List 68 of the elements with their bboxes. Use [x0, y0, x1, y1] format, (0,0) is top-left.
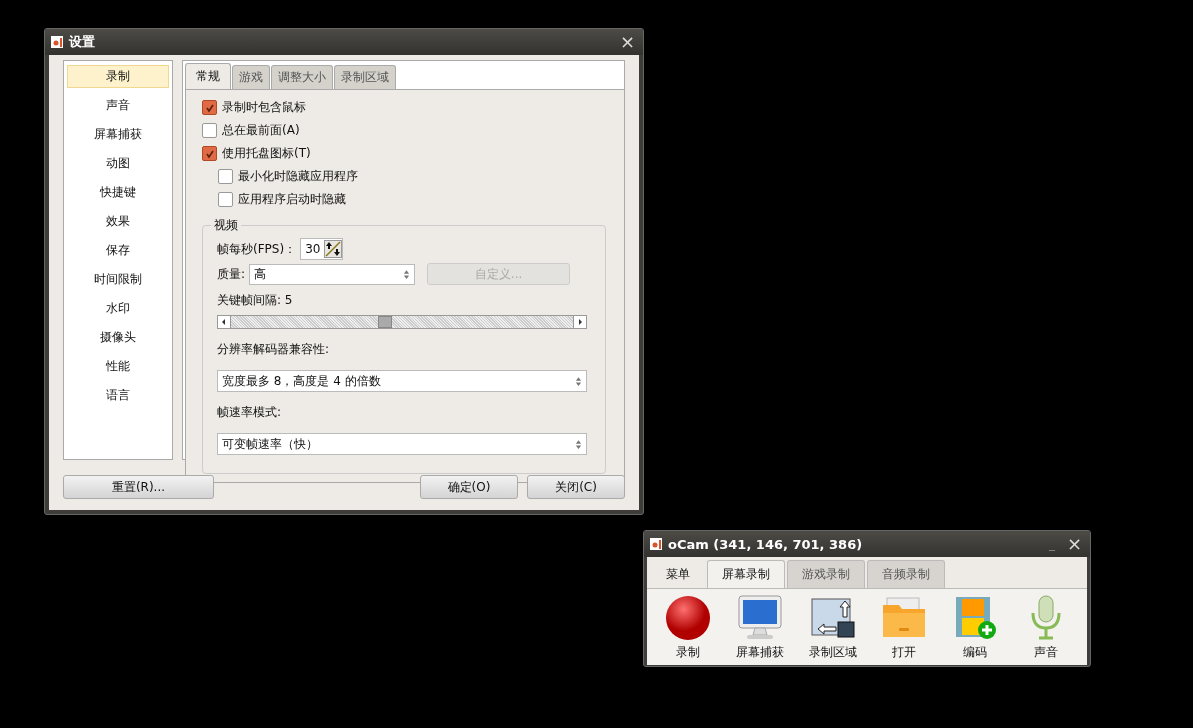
checkbox-label: 应用程序启动时隐藏: [238, 191, 346, 208]
sidebar-item[interactable]: 动图: [67, 152, 169, 175]
sidebar-item[interactable]: 性能: [67, 355, 169, 378]
sidebar-item[interactable]: 水印: [67, 297, 169, 320]
sidebar-item[interactable]: 摄像头: [67, 326, 169, 349]
checkbox-label: 录制时包含鼠标: [222, 99, 306, 116]
toolbar-button[interactable]: 编码: [951, 595, 998, 661]
toolbar-button[interactable]: 屏幕捕获: [736, 595, 784, 661]
checkbox[interactable]: [218, 169, 233, 184]
monitor-icon: [737, 595, 783, 641]
window-title: oCam (341, 146, 701, 386): [668, 536, 864, 552]
tab[interactable]: 菜单: [651, 560, 705, 588]
region-icon: [809, 595, 856, 641]
app-icon: [650, 538, 662, 550]
spin-arrows-icon[interactable]: [324, 240, 343, 258]
ok-button[interactable]: 确定(O): [420, 475, 518, 499]
tab[interactable]: 调整大小: [271, 65, 333, 89]
tab[interactable]: 录制区域: [334, 65, 396, 89]
spin-arrows-icon: [403, 268, 411, 280]
spin-arrows-icon: [575, 375, 582, 387]
sidebar-item[interactable]: 快捷键: [67, 181, 169, 204]
close-button[interactable]: ×: [1066, 535, 1082, 553]
sidebar-item[interactable]: 时间限制: [67, 268, 169, 291]
spin-arrows-icon: [575, 438, 582, 450]
framerate-label: 帧速率模式:: [217, 404, 283, 421]
close-button[interactable]: 关闭(C): [527, 475, 625, 499]
fps-spinbox[interactable]: 30: [300, 238, 344, 260]
checkbox[interactable]: [202, 146, 217, 161]
toolbar-button[interactable]: 打开: [881, 595, 928, 661]
sidebar-item[interactable]: 语言: [67, 384, 169, 407]
checkbox[interactable]: [202, 100, 217, 115]
record-icon: [665, 595, 712, 641]
checkmark-icon: [204, 148, 215, 159]
checkbox-label: 最小化时隐藏应用程序: [238, 168, 358, 185]
quality-dropdown[interactable]: 高: [249, 263, 416, 285]
left-arrow-icon[interactable]: [220, 318, 228, 326]
tab[interactable]: 屏幕录制: [707, 560, 785, 588]
slider-thumb[interactable]: [377, 316, 392, 328]
checkbox-label: 总在最前面(A): [222, 122, 300, 139]
window-title: 设置: [69, 33, 96, 51]
codec-label: 分辨率解码器兼容性:: [217, 341, 331, 358]
quality-label: 质量:: [217, 265, 246, 283]
right-arrow-icon[interactable]: [576, 318, 584, 326]
group-title: 视频: [211, 217, 241, 234]
keyframe-slider[interactable]: [217, 315, 587, 329]
toolbar-button[interactable]: 录制区域: [808, 595, 857, 661]
tab[interactable]: 游戏录制: [787, 560, 865, 588]
toolbar-button[interactable]: 录制: [665, 595, 712, 661]
sidebar-item[interactable]: 保存: [67, 239, 169, 262]
tab[interactable]: 游戏: [232, 65, 270, 89]
sidebar-item[interactable]: 声音: [67, 94, 169, 117]
checkmark-icon: [204, 102, 215, 113]
close-button[interactable]: ×: [619, 33, 635, 51]
sidebar-item[interactable]: 效果: [67, 210, 169, 233]
fps-label: 帧每秒(FPS)：: [217, 240, 297, 258]
tab[interactable]: 音频录制: [867, 560, 945, 588]
keyframe-label: 关键帧间隔: 5: [217, 292, 294, 309]
checkbox[interactable]: [218, 192, 233, 207]
app-icon: [51, 36, 63, 48]
checkbox-label: 使用托盘图标(T): [222, 145, 311, 162]
codec-dropdown[interactable]: 宽度最多 8，高度是 4 的倍数: [217, 370, 587, 392]
reset-button[interactable]: 重置(R)...: [63, 475, 214, 499]
toolbar-button[interactable]: 声音: [1022, 595, 1069, 661]
sidebar-item[interactable]: 录制: [67, 65, 169, 88]
framerate-dropdown[interactable]: 可变帧速率（快）: [217, 433, 587, 455]
checkbox[interactable]: [202, 123, 217, 138]
sidebar-item[interactable]: 屏幕捕获: [67, 123, 169, 146]
tab[interactable]: 常规: [185, 63, 231, 89]
